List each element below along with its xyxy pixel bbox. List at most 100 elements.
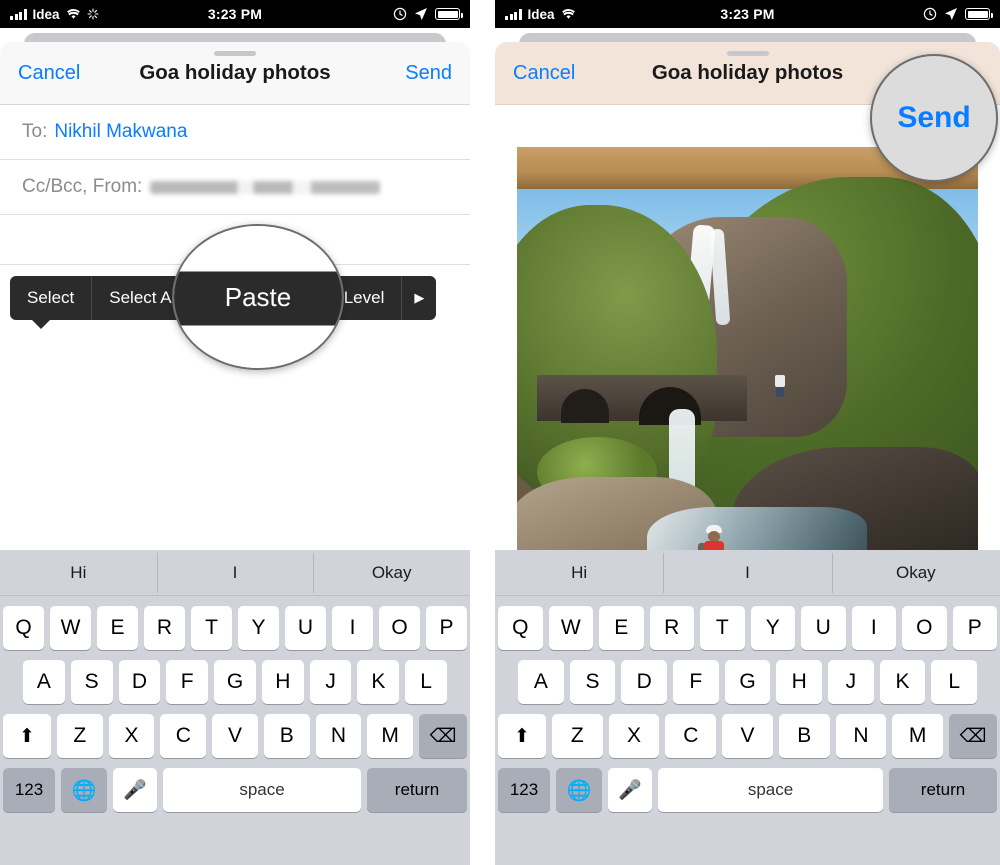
attached-photo[interactable] xyxy=(517,147,978,587)
key-h[interactable]: H xyxy=(261,660,304,704)
space-key[interactable]: space xyxy=(658,768,883,812)
key-j[interactable]: J xyxy=(828,660,874,704)
prediction-hi[interactable]: Hi xyxy=(0,563,157,583)
location-arrow-icon xyxy=(945,8,957,20)
key-l[interactable]: L xyxy=(931,660,978,704)
key-l[interactable]: L xyxy=(405,660,448,704)
return-key[interactable]: return xyxy=(889,768,997,812)
key-o[interactable]: O xyxy=(379,606,420,650)
delete-key-icon[interactable]: ⌫ xyxy=(419,714,468,758)
key-x[interactable]: X xyxy=(108,714,155,758)
key-d[interactable]: D xyxy=(621,660,667,704)
keyboard-row-1: Q W E R T Y U I O P xyxy=(495,606,1000,650)
prediction-hi[interactable]: Hi xyxy=(495,563,663,583)
globe-icon[interactable]: 🌐 xyxy=(61,768,107,812)
signal-bars-icon xyxy=(10,8,27,20)
key-g[interactable]: G xyxy=(214,660,256,704)
key-z[interactable]: Z xyxy=(56,714,103,758)
key-u[interactable]: U xyxy=(285,606,326,650)
key-u[interactable]: U xyxy=(801,606,846,650)
key-r[interactable]: R xyxy=(144,606,185,650)
wifi-icon xyxy=(561,8,575,19)
key-t[interactable]: T xyxy=(191,606,232,650)
key-s[interactable]: S xyxy=(70,660,113,704)
key-d[interactable]: D xyxy=(118,660,161,704)
key-n[interactable]: N xyxy=(835,714,887,758)
key-x[interactable]: X xyxy=(608,714,660,758)
magnifier-paste: Paste xyxy=(172,224,344,370)
wifi-icon xyxy=(66,8,80,19)
cancel-button[interactable]: Cancel xyxy=(18,62,80,85)
status-bar-left-2: Idea xyxy=(505,7,576,22)
key-p[interactable]: P xyxy=(952,606,997,650)
carrier-label: Idea xyxy=(32,6,60,22)
keyboard-row-1: Q W E R T Y U I O P xyxy=(0,606,470,650)
globe-icon[interactable]: 🌐 xyxy=(556,768,602,812)
key-k[interactable]: K xyxy=(879,660,926,704)
key-n[interactable]: N xyxy=(315,714,362,758)
key-f[interactable]: F xyxy=(166,660,209,704)
key-b[interactable]: B xyxy=(263,714,310,758)
cc-bcc-from-field[interactable]: Cc/Bcc, From: xyxy=(0,160,470,215)
prediction-i[interactable]: I xyxy=(663,552,831,593)
key-v[interactable]: V xyxy=(722,714,773,758)
key-f[interactable]: F xyxy=(673,660,719,704)
key-e[interactable]: E xyxy=(599,606,644,650)
prediction-i[interactable]: I xyxy=(156,552,314,593)
key-r[interactable]: R xyxy=(649,606,694,650)
return-key[interactable]: return xyxy=(367,768,467,812)
delete-key-icon[interactable]: ⌫ xyxy=(949,714,998,758)
numbers-key[interactable]: 123 xyxy=(3,768,55,812)
key-z[interactable]: Z xyxy=(551,714,603,758)
key-p[interactable]: P xyxy=(426,606,467,650)
prediction-bar: Hi I Okay xyxy=(495,550,1000,596)
key-h[interactable]: H xyxy=(776,660,823,704)
keyboard-row-2: A S D F G H J K L xyxy=(495,660,1000,704)
shift-key-icon[interactable]: ⬆ xyxy=(2,714,51,758)
magnifier-paste-label: Paste xyxy=(224,281,292,312)
key-g[interactable]: G xyxy=(724,660,771,704)
key-b[interactable]: B xyxy=(778,714,830,758)
space-key[interactable]: space xyxy=(163,768,361,812)
prediction-okay[interactable]: Okay xyxy=(831,552,1000,593)
sheet-grabber[interactable] xyxy=(214,51,256,56)
key-m[interactable]: M xyxy=(892,714,944,758)
key-e[interactable]: E xyxy=(97,606,138,650)
key-j[interactable]: J xyxy=(309,660,352,704)
key-m[interactable]: M xyxy=(367,714,414,758)
key-c[interactable]: C xyxy=(665,714,717,758)
menu-item-select[interactable]: Select xyxy=(10,276,93,320)
key-c[interactable]: C xyxy=(160,714,207,758)
cancel-button[interactable]: Cancel xyxy=(513,62,575,85)
key-i[interactable]: I xyxy=(851,606,896,650)
key-v[interactable]: V xyxy=(212,714,258,758)
key-y[interactable]: Y xyxy=(750,606,795,650)
send-button[interactable]: Send xyxy=(405,62,452,85)
key-s[interactable]: S xyxy=(569,660,616,704)
key-o[interactable]: O xyxy=(902,606,947,650)
sheet-grabber[interactable] xyxy=(726,51,769,56)
key-q[interactable]: Q xyxy=(498,606,543,650)
key-w[interactable]: W xyxy=(548,606,593,650)
phone-screen-left: Idea 3:23 PM Cancel Goa holiday photos S… xyxy=(0,0,470,865)
shift-key-icon[interactable]: ⬆ xyxy=(497,714,546,758)
to-field[interactable]: To: Nikhil Makwana xyxy=(0,105,470,160)
key-i[interactable]: I xyxy=(332,606,373,650)
sync-spinner-icon xyxy=(86,8,99,20)
key-k[interactable]: K xyxy=(357,660,400,704)
key-w[interactable]: W xyxy=(50,606,91,650)
key-y[interactable]: Y xyxy=(238,606,279,650)
menu-more-arrow-icon[interactable]: ▶ xyxy=(402,276,436,320)
key-q[interactable]: Q xyxy=(3,606,44,650)
key-a[interactable]: A xyxy=(22,660,65,704)
key-t[interactable]: T xyxy=(700,606,745,650)
compose-sheet-right: Cancel Goa holiday photos Send Hi I Okay… xyxy=(495,42,1000,865)
to-recipient[interactable]: Nikhil Makwana xyxy=(54,121,187,143)
keyboard-row-4: 123 🌐 🎤 space return xyxy=(0,768,470,812)
microphone-icon[interactable]: 🎤 xyxy=(608,768,652,812)
keyboard-row-2: A S D F G H J K L xyxy=(0,660,470,704)
numbers-key[interactable]: 123 xyxy=(498,768,550,812)
key-a[interactable]: A xyxy=(517,660,564,704)
microphone-icon[interactable]: 🎤 xyxy=(113,768,157,812)
prediction-okay[interactable]: Okay xyxy=(313,552,470,593)
